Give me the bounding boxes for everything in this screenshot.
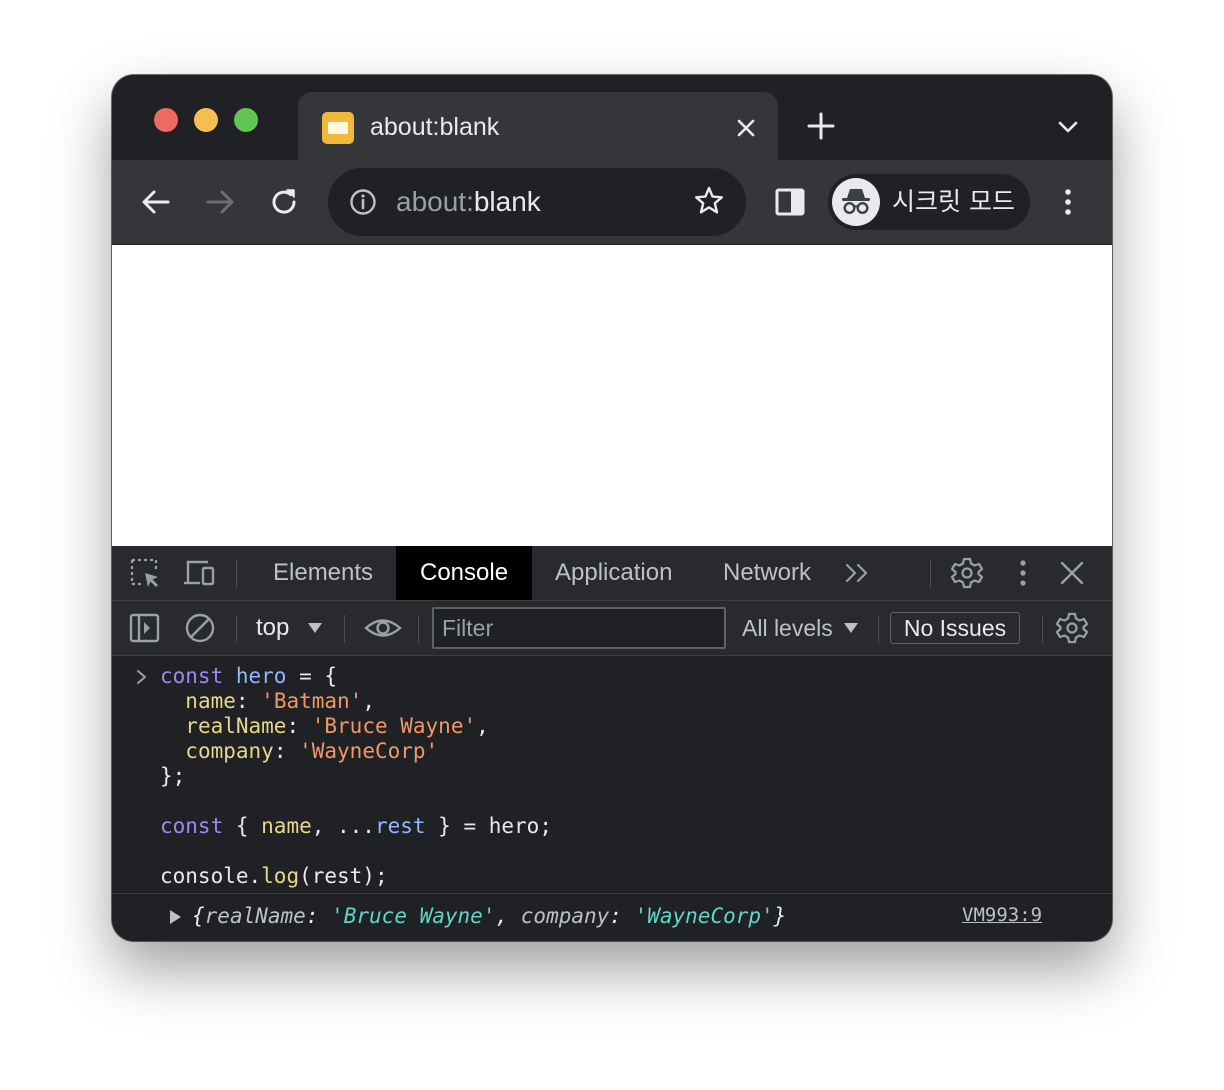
- address-bar[interactable]: about:blank: [328, 168, 746, 236]
- zoom-window-button[interactable]: [234, 108, 258, 132]
- url-scheme: about:: [396, 186, 474, 217]
- info-icon[interactable]: [348, 187, 378, 217]
- console-toolbar: top All levels No Issues: [112, 601, 1112, 656]
- close-tab-icon[interactable]: [730, 112, 762, 144]
- clear-console-icon[interactable]: [183, 611, 217, 645]
- toolbar-separator: [344, 615, 345, 643]
- logged-object[interactable]: {realName: 'Bruce Wayne', company: 'Wayn…: [192, 902, 786, 930]
- console-log-entry: {realName: 'Bruce Wayne', company: 'Wayn…: [112, 893, 1112, 941]
- issues-button[interactable]: No Issues: [890, 612, 1020, 644]
- browser-window: about:blank about:blank 시크릿 모드 Elements …: [112, 75, 1112, 941]
- toolbar-separator: [236, 560, 237, 588]
- tab-elements[interactable]: Elements: [273, 546, 373, 600]
- toolbar-separator: [930, 560, 931, 588]
- tab-application[interactable]: Application: [555, 546, 672, 600]
- browser-toolbar: about:blank 시크릿 모드: [112, 160, 1112, 245]
- kebab-menu-icon[interactable]: [1050, 184, 1086, 220]
- tab-console[interactable]: Console: [396, 546, 533, 600]
- toolbar-separator: [1042, 615, 1043, 643]
- devtools-tab-bar: Elements Console Application Network: [112, 546, 1112, 601]
- page-favicon-icon: [322, 112, 354, 144]
- close-devtools-icon[interactable]: [1055, 556, 1089, 590]
- chevron-down-icon[interactable]: [1054, 113, 1082, 141]
- tab-title: about:blank: [370, 113, 500, 141]
- toolbar-separator: [878, 615, 879, 643]
- page-viewport[interactable]: [112, 245, 1112, 546]
- levels-dropdown-icon[interactable]: [844, 623, 858, 633]
- filter-input[interactable]: [434, 609, 722, 647]
- inspect-element-icon[interactable]: [128, 556, 162, 590]
- incognito-icon: [842, 189, 870, 215]
- incognito-label: 시크릿 모드: [892, 187, 1015, 216]
- back-arrow-icon[interactable]: [138, 184, 174, 220]
- title-bar: about:blank: [112, 75, 1112, 160]
- minimize-window-button[interactable]: [194, 108, 218, 132]
- devtools-menu-icon[interactable]: [1006, 556, 1040, 590]
- filter-box[interactable]: [432, 607, 726, 649]
- bookmark-star-icon[interactable]: [692, 184, 726, 218]
- console-input-code[interactable]: const hero = { name: 'Batman', realName:…: [160, 664, 552, 889]
- url-text: about:blank: [396, 186, 541, 218]
- forward-arrow-icon[interactable]: [202, 184, 238, 220]
- log-levels-dropdown[interactable]: All levels: [742, 601, 833, 655]
- incognito-badge[interactable]: 시크릿 모드: [828, 174, 1030, 230]
- side-panel-icon[interactable]: [772, 184, 808, 220]
- live-expression-eye-icon[interactable]: [364, 611, 402, 645]
- context-selector[interactable]: top: [256, 601, 289, 655]
- url-path: blank: [473, 186, 541, 217]
- toolbar-separator: [418, 615, 419, 643]
- more-tabs-chevron-icon[interactable]: [842, 556, 876, 590]
- source-link[interactable]: VM993:9: [962, 902, 1042, 928]
- console-output[interactable]: const hero = { name: 'Batman', realName:…: [112, 656, 1112, 941]
- settings-gear-icon[interactable]: [950, 556, 984, 590]
- new-tab-icon[interactable]: [804, 109, 838, 143]
- sidebar-toggle-icon[interactable]: [128, 611, 162, 645]
- toolbar-separator: [236, 615, 237, 643]
- context-dropdown-icon[interactable]: [308, 623, 322, 633]
- reload-icon[interactable]: [266, 184, 302, 220]
- console-settings-gear-icon[interactable]: [1055, 611, 1089, 645]
- avatar: [832, 178, 880, 226]
- device-toolbar-icon[interactable]: [182, 556, 216, 590]
- prompt-chevron-icon: [137, 670, 146, 684]
- close-window-button[interactable]: [154, 108, 178, 132]
- devtools-panel: Elements Console Application Network top…: [112, 546, 1112, 941]
- tab-network[interactable]: Network: [723, 546, 811, 600]
- browser-tab[interactable]: about:blank: [298, 92, 778, 160]
- expand-triangle-icon[interactable]: [170, 910, 181, 924]
